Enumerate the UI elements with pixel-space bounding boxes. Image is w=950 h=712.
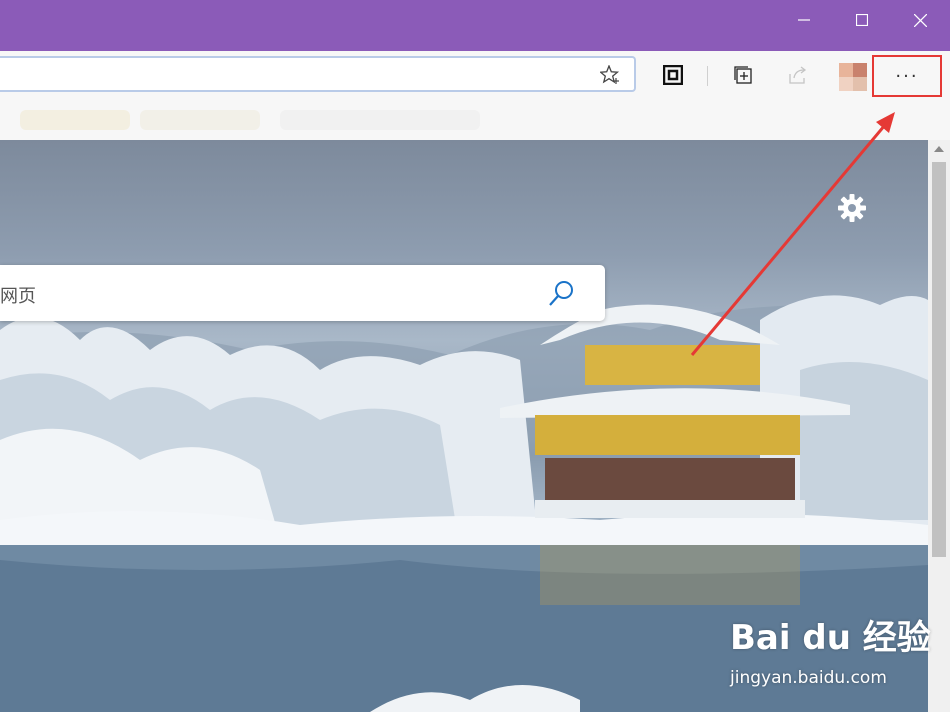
- minimize-icon: [798, 19, 810, 21]
- favorite-item-blurred[interactable]: [140, 110, 260, 130]
- title-bar: [0, 0, 950, 51]
- scroll-thumb[interactable]: [932, 162, 946, 557]
- more-icon: ···: [895, 65, 919, 87]
- favorites-bar: [0, 101, 950, 140]
- baidu-jingyan-watermark-logo: Bai du 经验: [730, 618, 931, 658]
- profile-avatar[interactable]: [839, 63, 867, 91]
- maximize-icon: [856, 14, 868, 26]
- browser-toolbar: ···: [0, 51, 950, 101]
- toolbar-divider: [707, 66, 708, 86]
- maximize-button[interactable]: [833, 0, 891, 40]
- favorite-star-icon[interactable]: [600, 65, 622, 85]
- minimize-button[interactable]: [775, 0, 833, 40]
- search-input-placeholder: 网页: [0, 286, 36, 307]
- vertical-scrollbar[interactable]: [928, 140, 950, 712]
- web-search-box[interactable]: 网页: [0, 265, 605, 321]
- page-settings-gear-icon[interactable]: [836, 192, 868, 224]
- settings-and-more-button[interactable]: ···: [872, 55, 942, 97]
- search-icon[interactable]: [546, 279, 576, 309]
- favorite-item-blurred[interactable]: [20, 110, 130, 130]
- collections-icon[interactable]: [730, 62, 756, 88]
- address-bar[interactable]: [0, 56, 636, 92]
- close-icon: [913, 13, 927, 27]
- baidu-jingyan-watermark-url: jingyan.baidu.com: [730, 668, 887, 688]
- reading-view-icon[interactable]: [660, 62, 686, 88]
- share-icon[interactable]: [785, 62, 811, 88]
- favorite-item-blurred[interactable]: [280, 110, 480, 130]
- close-button[interactable]: [891, 0, 949, 40]
- scroll-up-arrow-icon[interactable]: [934, 146, 944, 152]
